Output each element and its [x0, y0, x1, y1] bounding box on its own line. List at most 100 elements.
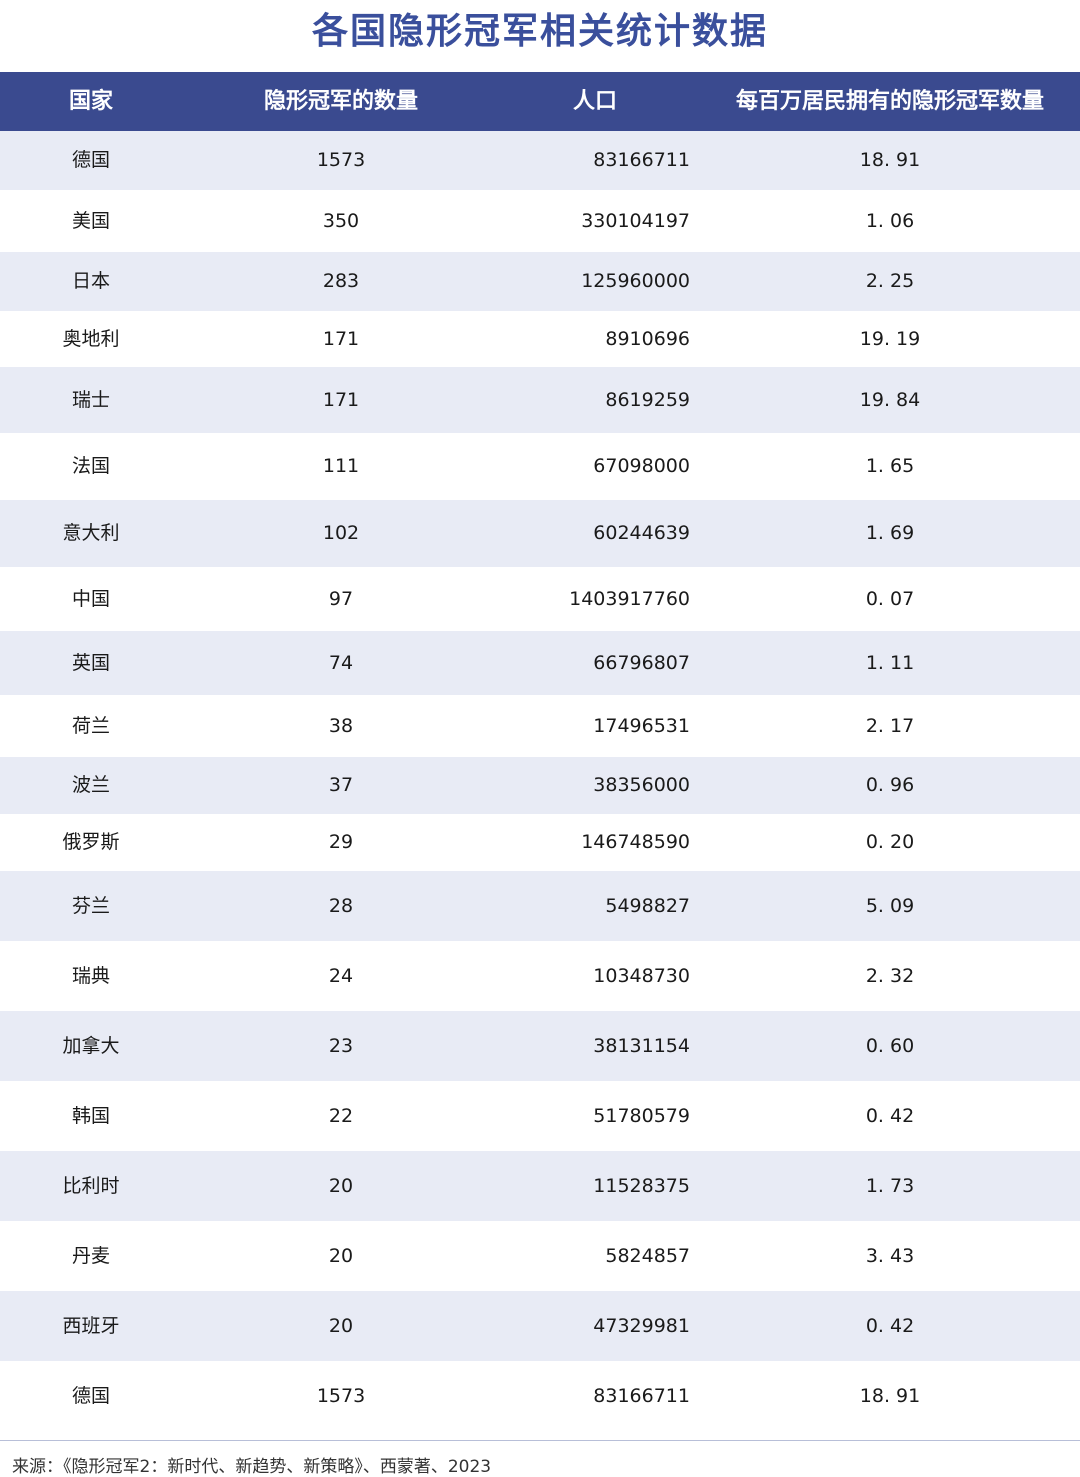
cell-country: 韩国: [71, 1105, 110, 1127]
cell-count: 102: [322, 522, 360, 544]
cell-ratio: 19. 84: [859, 389, 921, 411]
header-population: 人口: [572, 89, 617, 114]
table-row: 奥地利 171 8910696 19. 19: [0, 311, 1080, 367]
table-row: 俄罗斯 29 146748590 0. 20: [0, 814, 1080, 871]
cell-count: 97: [328, 588, 354, 610]
table-row: 波兰 37 38356000 0. 96: [0, 757, 1080, 814]
cell-ratio: 0. 42: [865, 1315, 915, 1337]
cell-count: 28: [328, 895, 354, 917]
cell-count: 171: [322, 328, 360, 350]
cell-count: 22: [328, 1105, 354, 1127]
table-row: 法国 111 67098000 1. 65: [0, 433, 1080, 500]
cell-count: 37: [328, 774, 354, 796]
cell-population: 1403917760: [569, 588, 690, 610]
cell-population: 83166711: [593, 149, 690, 171]
cell-population: 330104197: [581, 210, 690, 232]
cell-country: 芬兰: [71, 895, 110, 917]
cell-country: 德国: [71, 1385, 110, 1407]
cell-country: 日本: [71, 270, 110, 292]
table-row: 英国 74 66796807 1. 11: [0, 631, 1080, 695]
header-count: 隐形冠军的数量: [263, 89, 418, 114]
cell-country: 丹麦: [71, 1245, 110, 1267]
source-note: 来源：《隐形冠军2：新时代、新趋势、新策略》、西蒙著、2023: [12, 1457, 492, 1477]
page-title: 各国隐形冠军相关统计数据: [311, 11, 768, 52]
cell-count: 20: [328, 1175, 354, 1197]
cell-country: 德国: [71, 149, 110, 171]
table-row: 比利时 20 11528375 1. 73: [0, 1151, 1080, 1221]
cell-population: 8619259: [605, 389, 690, 411]
cell-ratio: 0. 20: [865, 831, 915, 853]
cell-population: 38131154: [593, 1035, 690, 1057]
cell-ratio: 1. 73: [865, 1175, 915, 1197]
cell-population: 5824857: [605, 1245, 690, 1267]
cell-count: 350: [322, 210, 360, 232]
cell-population: 47329981: [593, 1315, 690, 1337]
table-row: 德国 1573 83166711 18. 91: [0, 131, 1080, 190]
cell-ratio: 1. 06: [865, 210, 915, 232]
cell-country: 俄罗斯: [62, 831, 120, 853]
table-row: 西班牙 20 47329981 0. 42: [0, 1291, 1080, 1361]
footer-divider: [0, 1440, 1080, 1441]
cell-ratio: 1. 65: [865, 455, 915, 477]
cell-country: 比利时: [62, 1175, 120, 1197]
cell-country: 意大利: [62, 522, 120, 544]
header-ratio: 每百万居民拥有的隐形冠军数量: [735, 89, 1044, 114]
table-row: 瑞典 24 10348730 2. 32: [0, 941, 1080, 1011]
cell-ratio: 0. 96: [865, 774, 915, 796]
cell-country: 法国: [71, 455, 110, 477]
cell-population: 146748590: [581, 831, 690, 853]
cell-count: 1573: [316, 1385, 366, 1407]
cell-count: 20: [328, 1245, 354, 1267]
cell-country: 瑞士: [71, 389, 110, 411]
cell-country: 英国: [71, 652, 110, 674]
cell-ratio: 2. 32: [865, 965, 915, 987]
cell-count: 1573: [316, 149, 366, 171]
cell-count: 20: [328, 1315, 354, 1337]
cell-count: 24: [328, 965, 354, 987]
cell-ratio: 1. 11: [865, 652, 915, 674]
cell-population: 83166711: [593, 1385, 690, 1407]
cell-ratio: 19. 19: [859, 328, 921, 350]
cell-population: 125960000: [581, 270, 690, 292]
cell-population: 5498827: [605, 895, 690, 917]
cell-population: 10348730: [593, 965, 690, 987]
table-row: 荷兰 38 17496531 2. 17: [0, 695, 1080, 757]
cell-count: 23: [328, 1035, 354, 1057]
cell-population: 51780579: [593, 1105, 690, 1127]
cell-count: 74: [328, 652, 354, 674]
cell-country: 奥地利: [62, 328, 120, 350]
cell-population: 11528375: [593, 1175, 690, 1197]
cell-country: 中国: [71, 588, 110, 610]
table-header: 国家 隐形冠军的数量 人口 每百万居民拥有的隐形冠军数量: [0, 72, 1080, 131]
cell-population: 17496531: [593, 715, 690, 737]
cell-count: 111: [322, 455, 360, 477]
header-country: 国家: [68, 89, 113, 114]
cell-population: 67098000: [593, 455, 690, 477]
cell-ratio: 2. 17: [865, 715, 915, 737]
cell-population: 60244639: [593, 522, 690, 544]
cell-country: 加拿大: [62, 1035, 120, 1057]
cell-country: 瑞典: [71, 965, 110, 987]
table-row: 丹麦 20 5824857 3. 43: [0, 1221, 1080, 1291]
cell-ratio: 5. 09: [865, 895, 915, 917]
cell-population: 66796807: [593, 652, 690, 674]
page: 各国隐形冠军相关统计数据 国家 隐形冠军的数量 人口 每百万居民拥有的隐形冠军数…: [0, 0, 1080, 1477]
table-row: 日本 283 125960000 2. 25: [0, 252, 1080, 311]
cell-ratio: 0. 07: [865, 588, 915, 610]
cell-ratio: 2. 25: [865, 270, 915, 292]
cell-count: 171: [322, 389, 360, 411]
table-row: 意大利 102 60244639 1. 69: [0, 500, 1080, 567]
cell-ratio: 3. 43: [865, 1245, 915, 1267]
cell-ratio: 18. 91: [859, 149, 921, 171]
cell-count: 29: [328, 831, 354, 853]
table-row: 德国 1573 83166711 18. 91: [0, 1361, 1080, 1431]
cell-count: 283: [322, 270, 360, 292]
cell-ratio: 0. 60: [865, 1035, 915, 1057]
cell-country: 美国: [71, 210, 110, 232]
table-row: 中国 97 1403917760 0. 07: [0, 567, 1080, 631]
cell-country: 波兰: [71, 774, 110, 796]
cell-count: 38: [328, 715, 354, 737]
table-row: 加拿大 23 38131154 0. 60: [0, 1011, 1080, 1081]
cell-country: 荷兰: [71, 715, 110, 737]
cell-ratio: 1. 69: [865, 522, 915, 544]
